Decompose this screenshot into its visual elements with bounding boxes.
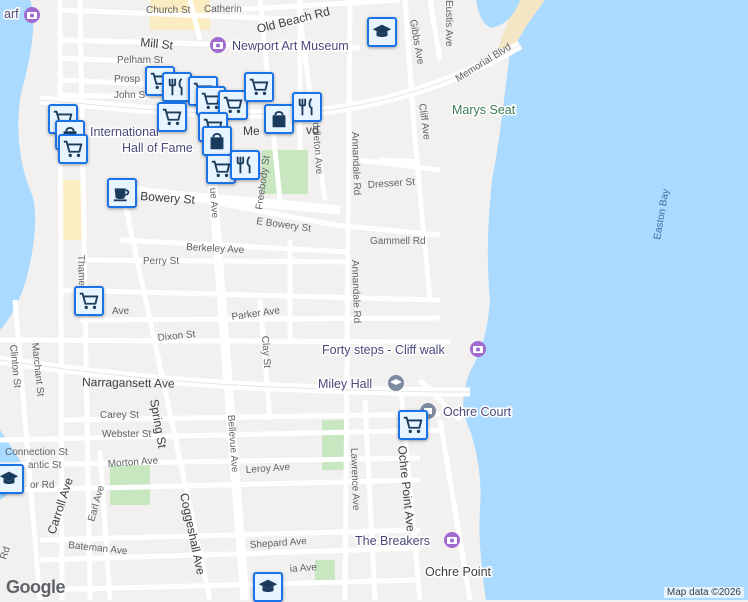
shopping-cart-icon[interactable] <box>244 72 274 102</box>
shopping-bag-icon[interactable] <box>202 126 232 156</box>
poi-ochre-point-label: Ochre Point <box>425 565 492 579</box>
street-annandale-1: Annandale Rd <box>349 132 362 196</box>
street-ia-ave: ia Ave <box>289 562 317 575</box>
street-carey: Carey St <box>100 410 139 421</box>
shopping-cart-icon[interactable] <box>74 286 104 316</box>
camera-icon[interactable] <box>470 341 486 357</box>
poi-miley-hall-label[interactable]: Miley Hall <box>317 376 374 393</box>
street-connection: Connection St <box>5 447 68 458</box>
street-thames: Thame <box>75 255 87 287</box>
school-icon[interactable] <box>253 572 283 602</box>
easton-bay-water <box>463 0 748 600</box>
poi-hall-of-fame-label[interactable]: Hall of Fame <box>121 140 195 157</box>
shopping-bag-icon[interactable] <box>264 104 294 134</box>
coffee-icon[interactable] <box>107 178 137 208</box>
poi-ochre-court-label[interactable]: Ochre Court <box>442 404 514 421</box>
street-eustis: Eustis Ave <box>443 0 454 47</box>
poi-the-breakers-label[interactable]: The Breakers <box>354 533 432 550</box>
school-icon[interactable] <box>388 375 404 391</box>
street-perry: Perry St <box>143 256 179 267</box>
camera-icon[interactable] <box>210 37 226 53</box>
street-menlo: Me <box>243 124 260 138</box>
school-icon[interactable] <box>0 464 24 494</box>
street-annandale-2: Annandale Rd <box>349 260 362 324</box>
street-gammell: Gammell Rd <box>370 236 426 247</box>
shopping-cart-icon[interactable] <box>157 102 187 132</box>
street-clay: Clay St <box>259 335 272 368</box>
street-prospect: Prosp <box>114 74 141 85</box>
poi-forty-steps-label[interactable]: Forty steps - Cliff walk <box>321 342 447 359</box>
street-john: John S <box>114 90 145 101</box>
map-canvas[interactable]: Church St Catherin Old Beach Rd Mill St … <box>0 0 748 600</box>
street-or-rd: or Rd <box>30 480 54 491</box>
poi-marys-seat-label[interactable]: Marys Seat <box>451 102 518 119</box>
map-attribution[interactable]: Map data ©2026 <box>663 587 744 598</box>
restaurant-icon[interactable] <box>230 150 260 180</box>
shopping-cart-icon[interactable] <box>398 410 428 440</box>
camera-icon[interactable] <box>444 532 460 548</box>
street-narragansett: Narragansett Ave <box>82 375 175 391</box>
poi-arf-label[interactable]: arf <box>3 6 21 23</box>
street-webster: Webster St <box>102 429 151 440</box>
school-icon[interactable] <box>367 17 397 47</box>
google-logo: Google <box>6 577 66 597</box>
camera-icon[interactable] <box>24 7 40 23</box>
poi-international-label[interactable]: International <box>89 124 161 141</box>
street-lawrence: Lawrence Ave <box>348 448 361 511</box>
street-pelham: Pelham St <box>117 55 163 66</box>
street-catherine: Catherin <box>204 4 242 15</box>
shopping-cart-icon[interactable] <box>58 134 88 164</box>
restaurant-icon[interactable] <box>292 92 322 122</box>
poi-art-museum-label[interactable]: Newport Art Museum <box>231 38 351 55</box>
street-ave-small: Ave <box>112 306 129 317</box>
street-antic: antic St <box>28 460 62 471</box>
street-church: Church St <box>146 5 191 16</box>
street-bellevue-top: ue Ave <box>207 187 220 219</box>
